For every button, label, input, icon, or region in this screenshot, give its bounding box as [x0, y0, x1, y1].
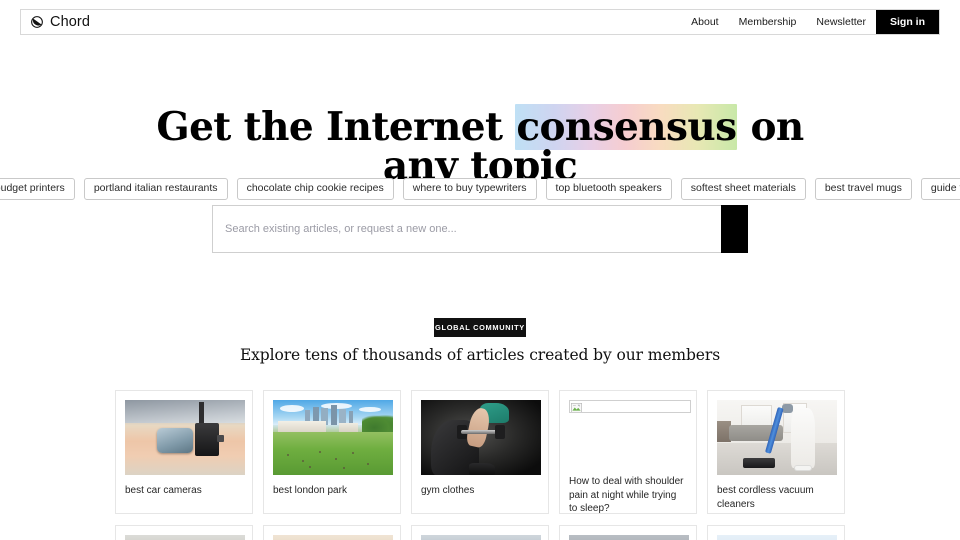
article-thumbnail	[421, 400, 541, 475]
page-title: Get the Internet consensus on any topic	[0, 104, 960, 186]
article-card-grid: best car cameras best london park gym cl…	[115, 390, 845, 540]
topic-chip[interactable]: top bluetooth speakers	[545, 178, 672, 200]
article-card[interactable]	[263, 525, 401, 540]
search-input[interactable]	[212, 205, 721, 253]
chord-circle-logo-icon	[30, 15, 44, 29]
suggested-topics-row: best budget printers portland italian re…	[0, 178, 960, 200]
main-nav: About Membership Newsletter Sign in	[681, 10, 939, 34]
topic-chip[interactable]: best travel mugs	[814, 178, 912, 200]
thumbnail-art	[273, 535, 393, 540]
article-thumbnail	[273, 400, 393, 475]
article-title: best london park	[273, 485, 347, 496]
status-badge: GLOBAL COMMUNITY	[434, 318, 526, 337]
page-root: Chord About Membership Newsletter Sign i…	[0, 0, 960, 540]
thumbnail-art	[273, 400, 393, 475]
article-title: best cordless vacuum cleaners	[717, 485, 814, 510]
topic-chip[interactable]: best budget printers	[0, 178, 75, 200]
section-subtitle: Explore tens of thousands of articles cr…	[239, 346, 721, 364]
thumbnail-art	[421, 535, 541, 540]
article-thumbnail	[421, 535, 541, 540]
article-card[interactable]	[707, 525, 845, 540]
article-card[interactable]	[411, 525, 549, 540]
article-thumbnail	[125, 400, 245, 475]
nav-item-newsletter[interactable]: Newsletter	[806, 10, 876, 34]
broken-image-icon	[571, 401, 582, 412]
article-title: gym clothes	[421, 485, 475, 496]
brand-logo[interactable]: Chord	[21, 10, 90, 34]
thumbnail-art	[125, 535, 245, 540]
search-submit-button[interactable]	[721, 205, 748, 253]
thumbnail-art	[421, 400, 541, 475]
brand-name: Chord	[50, 13, 90, 30]
article-card[interactable]	[115, 525, 253, 540]
article-thumbnail	[273, 535, 393, 540]
topic-chip[interactable]: chocolate chip cookie recipes	[236, 178, 394, 200]
topic-chip[interactable]: guide to induction stoves	[920, 178, 960, 200]
article-card[interactable]: How to deal with shoulder pain at night …	[559, 390, 697, 514]
topic-chip[interactable]: softest sheet materials	[680, 178, 806, 200]
thumbnail-art	[717, 400, 837, 475]
nav-item-membership[interactable]: Membership	[729, 10, 807, 34]
topic-chip[interactable]: where to buy typewriters	[402, 178, 537, 200]
article-thumbnail	[569, 535, 689, 540]
article-card[interactable]: best london park	[263, 390, 401, 514]
article-thumbnail	[125, 535, 245, 540]
thumbnail-art	[125, 400, 245, 475]
article-card[interactable]: best car cameras	[115, 390, 253, 514]
thumbnail-art	[717, 535, 837, 540]
article-thumbnail-broken	[569, 400, 691, 413]
article-title: best car cameras	[125, 485, 202, 496]
article-card[interactable]	[559, 525, 697, 540]
article-title: How to deal with shoulder pain at night …	[569, 476, 684, 514]
thumbnail-art	[569, 535, 689, 540]
topic-chip[interactable]: portland italian restaurants	[83, 178, 228, 200]
sign-in-button[interactable]: Sign in	[876, 10, 939, 34]
article-card[interactable]: best cordless vacuum cleaners	[707, 390, 845, 514]
title-part-2: on	[737, 104, 804, 151]
nav-item-about[interactable]: About	[681, 10, 728, 34]
article-card[interactable]: gym clothes	[411, 390, 549, 514]
article-thumbnail	[717, 400, 837, 475]
search-bar	[212, 205, 748, 253]
article-thumbnail	[717, 535, 837, 540]
site-header: Chord About Membership Newsletter Sign i…	[20, 9, 940, 35]
